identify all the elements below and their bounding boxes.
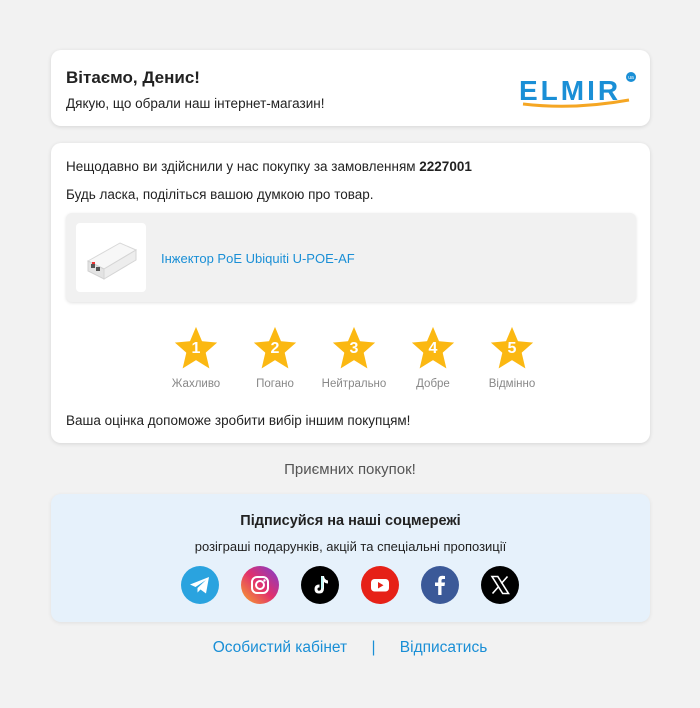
svg-text:ua: ua bbox=[628, 75, 634, 81]
order-number: 2227001 bbox=[419, 159, 472, 174]
star-label: Погано bbox=[256, 378, 294, 390]
greeting-subtitle: Дякую, що обрали наш інтернет-магазин! bbox=[66, 96, 325, 111]
rating-star-1[interactable]: 1 Жахливо bbox=[161, 323, 231, 393]
star-label: Жахливо bbox=[171, 378, 221, 390]
telegram-icon[interactable] bbox=[181, 566, 219, 604]
elmir-logo[interactable]: ELMIR ua bbox=[519, 70, 639, 110]
greeting-title: Вітаємо, Денис! bbox=[66, 68, 200, 87]
product-box: Інжектор PoE Ubiquiti U-POE-AF bbox=[66, 213, 636, 302]
thanks-text: Приємних покупок! bbox=[284, 461, 416, 478]
rating-star-2[interactable]: 2 Погано bbox=[240, 323, 310, 393]
star-label: Нейтрально bbox=[321, 378, 387, 390]
greeting-card: Вітаємо, Денис! Дякую, що обрали наш інт… bbox=[51, 50, 650, 126]
star-number: 5 bbox=[507, 340, 517, 357]
product-link[interactable]: Інжектор PoE Ubiquiti U-POE-AF bbox=[161, 251, 355, 266]
account-link[interactable]: Особистий кабінет bbox=[213, 639, 347, 656]
svg-text:ELMIR: ELMIR bbox=[519, 75, 621, 106]
star-number: 3 bbox=[349, 340, 359, 357]
footer-links: Особистий кабінет | Відписатись bbox=[0, 639, 700, 657]
review-request-text: Будь ласка, поділіться вашою думкою про … bbox=[66, 187, 374, 202]
footer-separator: | bbox=[371, 639, 376, 656]
review-request-card: Нещодавно ви здійснили у нас покупку за … bbox=[51, 143, 650, 443]
rating-star-3[interactable]: 3 Нейтрально bbox=[319, 323, 389, 393]
star-number: 1 bbox=[191, 340, 201, 357]
instagram-icon[interactable] bbox=[241, 566, 279, 604]
rating-star-4[interactable]: 4 Добре bbox=[398, 323, 468, 393]
star-number: 2 bbox=[270, 340, 280, 357]
product-image[interactable] bbox=[76, 223, 146, 292]
tiktok-icon[interactable] bbox=[301, 566, 339, 604]
rating-star-5[interactable]: 5 Відмінно bbox=[477, 323, 547, 393]
rating-note: Ваша оцінка допоможе зробити вибір іншим… bbox=[66, 413, 411, 428]
star-number: 4 bbox=[428, 340, 438, 357]
social-subtitle: розіграші подарунків, акцій та спеціальн… bbox=[194, 539, 507, 554]
facebook-icon[interactable] bbox=[421, 566, 459, 604]
star-label: Відмінно bbox=[488, 378, 536, 390]
rating-stars: 1 Жахливо 2 Погано 3 Нейтрально 4 Добре … bbox=[161, 323, 541, 393]
star-label: Добре bbox=[416, 378, 450, 390]
order-intro: Нещодавно ви здійснили у нас покупку за … bbox=[66, 159, 420, 174]
social-title: Підписуйся на наші соцмережі bbox=[240, 513, 461, 529]
youtube-icon[interactable] bbox=[361, 566, 399, 604]
unsubscribe-link[interactable]: Відписатись bbox=[400, 639, 488, 656]
social-card: Підписуйся на наші соцмережі розіграші п… bbox=[51, 494, 650, 622]
order-intro-text: Нещодавно ви здійснили у нас покупку за … bbox=[66, 159, 472, 174]
x-icon[interactable] bbox=[481, 566, 519, 604]
